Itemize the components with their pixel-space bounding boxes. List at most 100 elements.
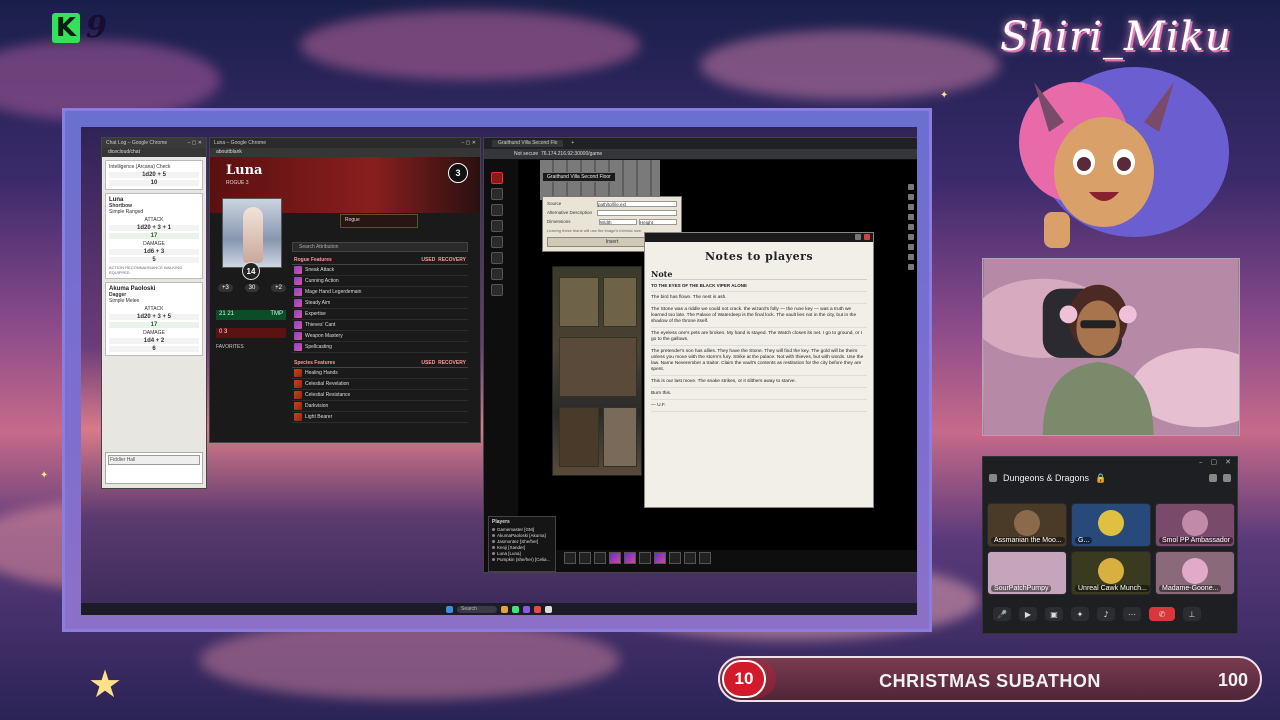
character-portrait[interactable] (222, 198, 282, 268)
soundboard-icon[interactable]: ♪ (1097, 607, 1115, 621)
screen-share-icon[interactable]: ▣ (1045, 607, 1063, 621)
feature-row[interactable]: Steady Aim (292, 298, 468, 309)
hit-dice-bar[interactable]: 0 3 (216, 328, 286, 338)
actors-tab-icon[interactable] (908, 214, 914, 220)
macro-slot[interactable] (624, 552, 636, 564)
address-bar[interactable]: dicecloud/chat (102, 148, 206, 157)
macro-slot[interactable] (579, 552, 591, 564)
roll-mode-select[interactable]: Fiddler Hall (108, 455, 200, 465)
height-input[interactable]: Height (639, 219, 677, 225)
combat-tab-icon[interactable] (908, 194, 914, 200)
drawing-tool-icon[interactable] (491, 236, 503, 248)
camera-icon[interactable]: ▶ (1019, 607, 1037, 621)
feature-row[interactable]: Expertise (292, 309, 468, 320)
taskbar-search[interactable]: Search (457, 605, 497, 613)
journal-titlebar[interactable] (645, 233, 873, 242)
macro-slot[interactable] (684, 552, 696, 564)
browser-tab[interactable]: Graithund Villa Second Flo (492, 140, 564, 147)
feature-row[interactable]: Celestial Revelation (292, 379, 468, 390)
chat-icon[interactable] (1223, 474, 1231, 482)
walls-tool-icon[interactable] (491, 252, 503, 264)
feature-row[interactable]: Healing Hands (292, 368, 468, 379)
foundry-vtt-window[interactable]: Graithund Villa Second Flo + Not secure … (483, 137, 917, 573)
chat-log-titlebar[interactable]: Chat Log – Google Chrome – ▢ ✕ (102, 138, 206, 148)
feature-row[interactable]: Sneak Attack (292, 265, 468, 276)
chrome-icon[interactable] (512, 605, 519, 613)
sounds-tool-icon[interactable] (491, 284, 503, 296)
mute-mic-icon[interactable]: 🎤 (993, 607, 1011, 621)
feature-row[interactable]: Thieves' Cant (292, 320, 468, 331)
macro-slot[interactable] (654, 552, 666, 564)
file-explorer-icon[interactable] (501, 605, 508, 613)
macro-slot[interactable] (669, 552, 681, 564)
address-bar[interactable]: abouttblank (210, 148, 480, 157)
feature-search-input[interactable]: Search Attribution (292, 242, 468, 252)
feature-row[interactable]: Light Bearer (292, 412, 468, 423)
source-input[interactable]: path/to/file.ext (597, 201, 677, 207)
new-tab-icon[interactable]: + (571, 140, 574, 147)
feature-row[interactable]: Darkvision (292, 401, 468, 412)
discord-icon[interactable] (523, 605, 530, 613)
players-title[interactable]: Players (492, 519, 552, 525)
notes-tool-icon[interactable] (491, 268, 503, 280)
settings-tab-icon[interactable] (908, 264, 914, 270)
participant-tile[interactable]: Madame-Goone... (1155, 551, 1235, 595)
tables-tab-icon[interactable] (908, 244, 914, 250)
alt-input[interactable] (597, 210, 677, 216)
hit-points-bar[interactable]: 21 21 TMP (216, 310, 286, 320)
playlists-tab-icon[interactable] (908, 254, 914, 260)
discord-call-window[interactable]: – ▢ ✕ Dungeons & Dragons 🔒 Assmanian the… (982, 456, 1238, 634)
participant-tile[interactable]: Assmanian the Moo... (987, 503, 1067, 547)
macro-slot[interactable] (594, 552, 606, 564)
sheet-titlebar[interactable]: Luna – Google Chrome – ▢ ✕ (210, 138, 480, 148)
players-list[interactable]: Players Gamemaster [GM] AkumaPaoloski [A… (488, 516, 556, 572)
browser-tabbar[interactable]: Graithund Villa Second Flo + (484, 138, 917, 149)
macro-slot[interactable] (564, 552, 576, 564)
feature-row[interactable]: Mage Hand Legerdemain (292, 287, 468, 298)
feature-row[interactable]: Weapon Mastery (292, 331, 468, 342)
start-icon[interactable] (446, 605, 453, 613)
pin-icon[interactable]: ⊥ (1183, 607, 1201, 621)
scene-navigation[interactable]: Graithund Villa Second Floor (542, 172, 616, 182)
macro-slot[interactable] (639, 552, 651, 564)
items-tab-icon[interactable] (908, 224, 914, 230)
chat-log-window[interactable]: Chat Log – Google Chrome – ▢ ✕ dicecloud… (101, 137, 207, 489)
participant-tile[interactable]: Smol PP Ambassador (1155, 503, 1235, 547)
feature-row[interactable]: Celestial Resistance (292, 390, 468, 401)
activities-icon[interactable]: ✦ (1071, 607, 1089, 621)
more-options-icon[interactable]: ⋯ (1123, 607, 1141, 621)
feature-row[interactable]: Cunning Action (292, 276, 468, 287)
window-controls[interactable]: – ▢ ✕ (462, 140, 476, 146)
token-tool-icon[interactable] (491, 172, 503, 184)
macro-slot[interactable] (699, 552, 711, 564)
scenes-tab-icon[interactable] (908, 204, 914, 210)
minimize-icon[interactable]: – (1199, 458, 1203, 466)
tile-tool-icon[interactable] (491, 220, 503, 232)
maximize-icon[interactable]: ▢ (1211, 458, 1218, 466)
close-icon[interactable] (864, 234, 870, 240)
participant-tile[interactable]: G... (1071, 503, 1151, 547)
journal-notes-window[interactable]: Notes to players Note TO THE EYES OF THE… (644, 232, 874, 508)
background-item[interactable]: Rogue (340, 214, 418, 228)
width-input[interactable]: Width (599, 219, 637, 225)
character-sheet-window[interactable]: Luna – Google Chrome – ▢ ✕ abouttblank L… (209, 137, 481, 443)
popout-icon[interactable] (1209, 474, 1217, 482)
address-bar[interactable]: Not secure 76.174.216.92:30000/game (484, 149, 917, 159)
favorites-label[interactable]: FAVORITES (216, 344, 244, 350)
participant-tile[interactable]: SourPatchPumpy (987, 551, 1067, 595)
end-call-button[interactable]: ✆ (1149, 607, 1175, 621)
close-icon[interactable]: ✕ (1225, 458, 1231, 466)
app-icon[interactable] (545, 605, 552, 613)
window-controls[interactable]: – ▢ ✕ (188, 140, 202, 146)
popout-icon[interactable] (855, 234, 861, 240)
measure-tool-icon[interactable] (491, 204, 503, 216)
chat-tab-icon[interactable] (908, 184, 914, 190)
participant-tile[interactable]: Unreal Cawk Munch... (1071, 551, 1151, 595)
feature-row[interactable]: Spellcasting (292, 342, 468, 353)
select-tool-icon[interactable] (491, 188, 503, 200)
chat-input[interactable]: Fiddler Hall (105, 452, 203, 484)
discord-window-controls[interactable]: – ▢ ✕ (983, 457, 1237, 467)
journal-tab-icon[interactable] (908, 234, 914, 240)
obs-icon[interactable] (534, 605, 541, 613)
macro-slot[interactable] (609, 552, 621, 564)
